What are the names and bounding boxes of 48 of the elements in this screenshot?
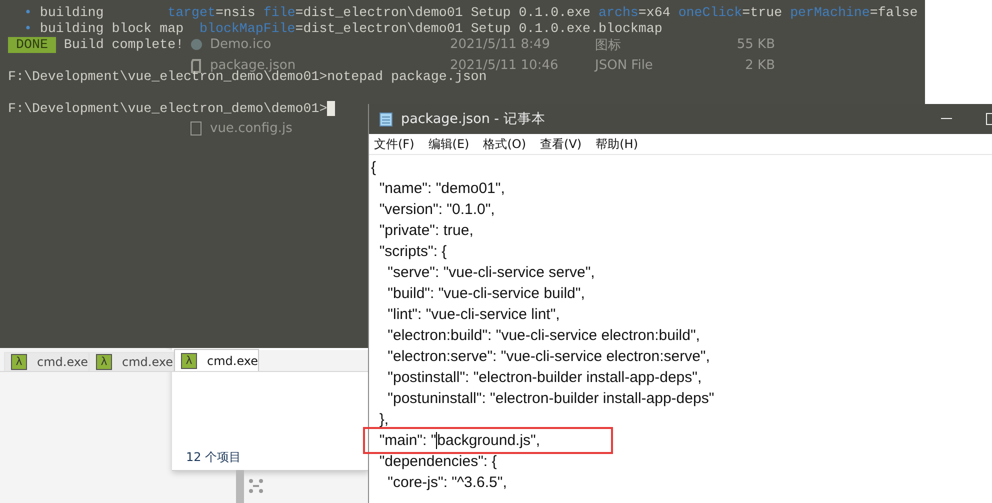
terminal-line: Build complete! [62,37,184,53]
code-line: "name": "demo01", [378,179,505,199]
code-line: { [371,158,376,178]
file-type: 图标 [595,36,621,54]
lambda-icon: λ [11,354,27,370]
tab-label: cmd.exe [122,355,173,369]
terminal-line: • building block map blockMapFile=dist_electron\demo01 Setup 0.1.0.exe.blockmap [22,21,662,37]
terminal-line: • building target=nsis file=dist_electron\demo01 Setup 0.1.0.exe archs=x64 oneClick=true perMachine=false [22,5,918,21]
code-line: }, [378,410,389,430]
lambda-icon: λ [181,352,197,368]
menu-item[interactable]: 文件(F) [374,136,414,152]
minimize-button[interactable] [941,118,952,119]
code-line: "electron:build": "vue-cli-service electron:build", [386,326,700,346]
code-line: "scripts": { [378,242,447,262]
scrollbar[interactable] [236,470,244,503]
done-badge: DONE [8,37,56,53]
item-count: 12 个项目 [185,449,242,466]
file-size: 2 KB [745,58,775,73]
code-line: "version": "0.1.0", [378,200,495,220]
code-line: "serve": "vue-cli-service serve", [386,263,595,283]
menu-item[interactable]: 编辑(E) [428,136,470,152]
file-size: 55 KB [736,37,775,52]
notepad-icon [379,111,393,127]
code-line: "lint": "vue-cli-service lint", [386,305,560,325]
console-tab[interactable]: λ cmd.exe [89,352,174,371]
code-line: "electron:serve": "vue-cli-service electron:serve", [386,347,710,367]
code-line: "private": true, [378,221,474,241]
tab-label: cmd.exe [206,354,258,368]
terminal-line: F:\Development\vue_electron_demo\demo01> [8,101,328,117]
menu-item[interactable]: 帮助(H) [596,136,638,152]
image-file-icon [190,38,203,51]
tab-label: cmd.exe [36,355,88,369]
lambda-icon: λ [96,354,112,370]
code-line: "postinstall": "electron-builder install-app-deps", [386,368,702,388]
highlighted-code-line: "main": "background.js", [366,430,610,451]
file-date: 2021/5/11 8:49 [450,37,550,52]
window-title: package.json - 记事本 [401,110,546,128]
code-line: "postuninstall": "electron-builder install-app-deps" [386,389,714,409]
menu-item[interactable]: 格式(O) [483,136,526,152]
file-type: JSON File [595,58,653,73]
code-line: "build": "vue-cli-service build", [386,284,585,304]
code-line: "core-js": "^3.6.5", [386,473,507,493]
console-tab[interactable]: λ cmd.exe [174,349,259,371]
code-line: "dependencies": { [378,452,497,472]
console-tab[interactable]: λ cmd.exe [4,352,89,371]
script-file-icon [190,121,202,136]
menu-item[interactable]: 查看(V) [540,136,582,152]
move-icon [248,478,264,494]
